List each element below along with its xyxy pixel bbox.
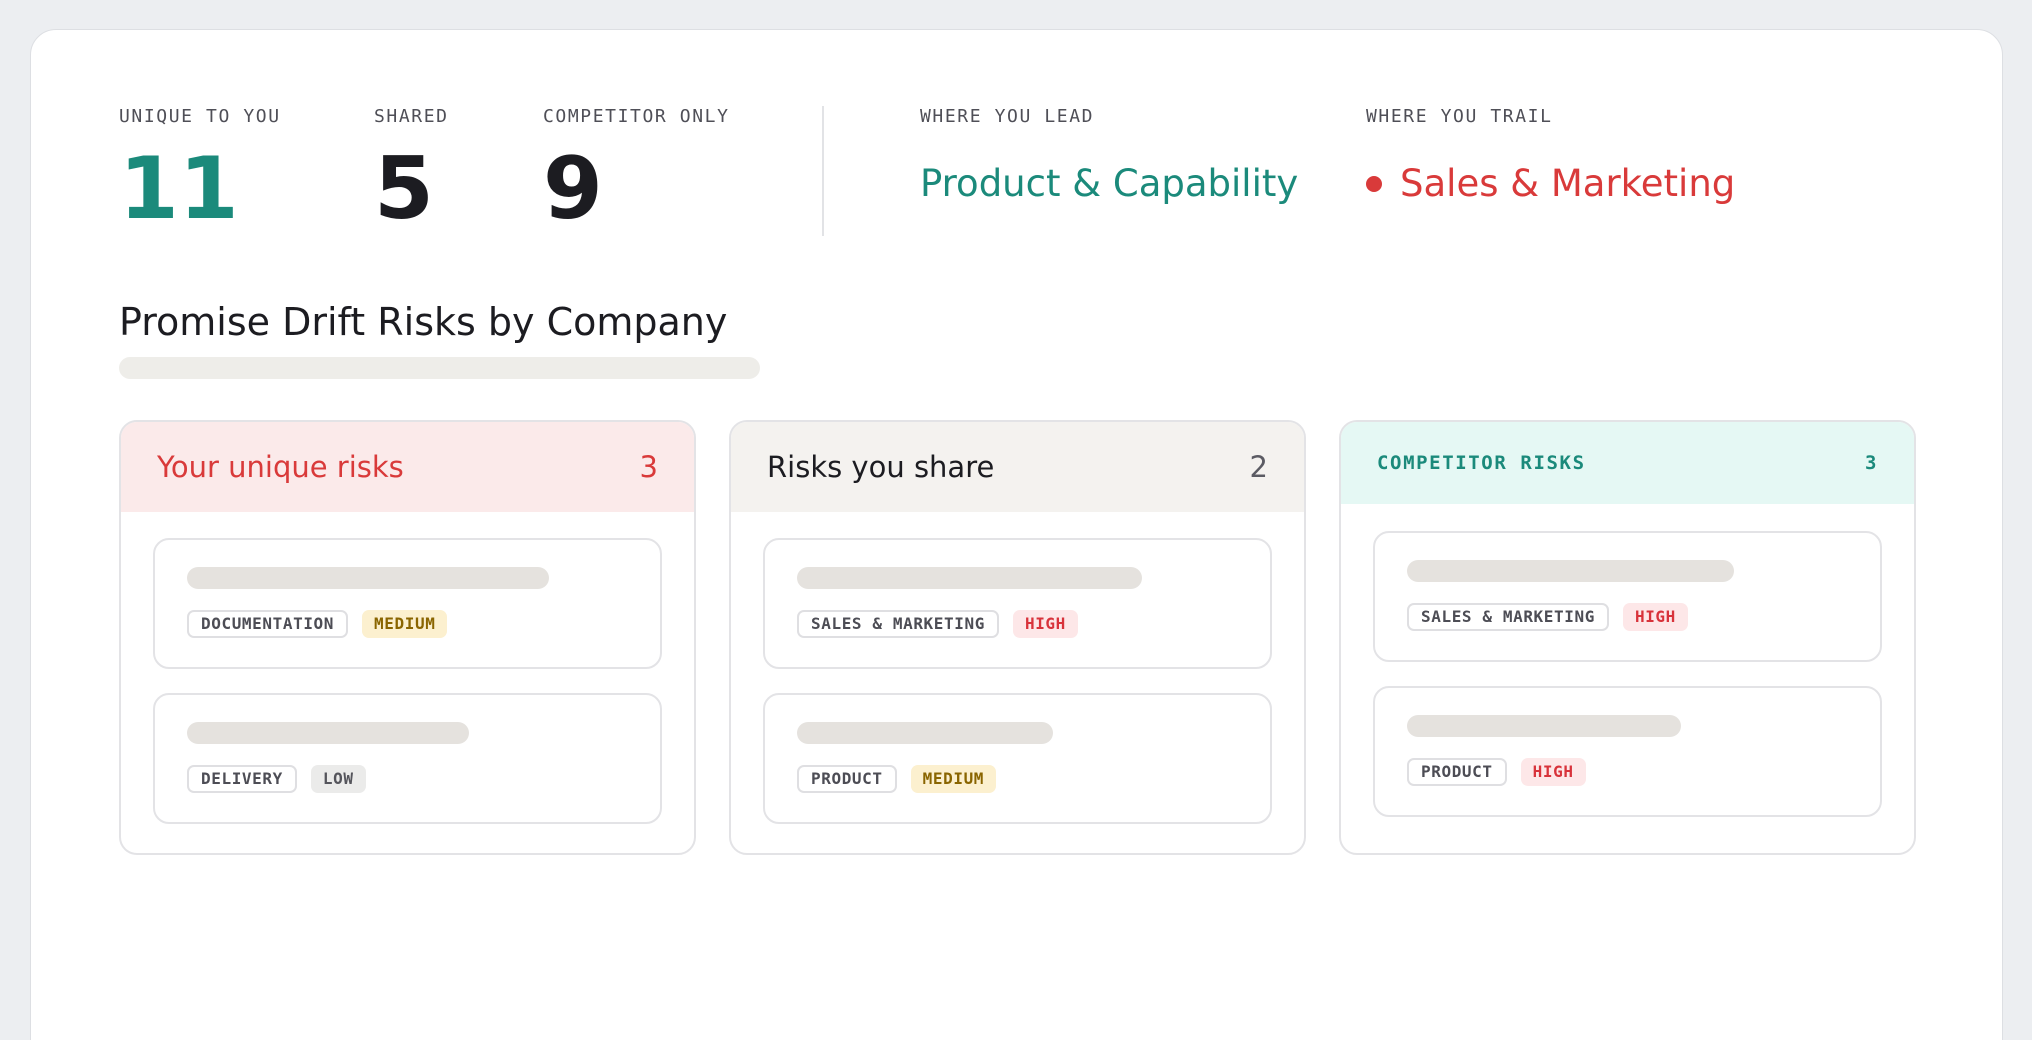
column-header: Risks you share 2 (731, 422, 1304, 512)
comparison-card: UNIQUE TO YOU 11 SHARED 5 COMPETITOR ONL… (30, 29, 2003, 1040)
column-title: COMPETITOR RISKS (1377, 452, 1586, 474)
column-header: COMPETITOR RISKS 3 (1341, 422, 1914, 504)
stat-label: COMPETITOR ONLY (543, 106, 730, 127)
stat-value: 9 (543, 139, 603, 239)
column-count: 3 (639, 450, 658, 484)
severity-badge: HIGH (1622, 603, 1688, 631)
lead-label: WHERE YOU LEAD (920, 106, 1095, 127)
category-tag: SALES & MARKETING (797, 610, 999, 638)
stats-divider (822, 106, 824, 236)
column-title: Risks you share (767, 450, 995, 484)
column-title: Your unique risks (157, 450, 404, 484)
risk-item[interactable]: PRODUCT HIGH (1373, 686, 1882, 817)
stat-label: SHARED (374, 106, 449, 127)
risk-item[interactable]: DELIVERY LOW (153, 693, 662, 824)
severity-badge: HIGH (1012, 610, 1078, 638)
stat-label: UNIQUE TO YOU (119, 106, 281, 127)
category-tag: PRODUCT (797, 765, 897, 793)
category-tag: DOCUMENTATION (187, 610, 349, 638)
risk-item[interactable]: SALES & MARKETING HIGH (1373, 531, 1882, 662)
risk-item[interactable]: DOCUMENTATION MEDIUM (153, 538, 662, 669)
lead-value: Product & Capability (920, 162, 1299, 205)
column-header: Your unique risks 3 (121, 422, 694, 512)
category-tag: DELIVERY (187, 765, 297, 793)
risk-title-placeholder (187, 722, 469, 744)
category-tag: PRODUCT (1407, 758, 1507, 786)
risk-title-placeholder (797, 722, 1053, 744)
trail-value-row: Sales & Marketing (1366, 162, 1735, 206)
trail-label: WHERE YOU TRAIL (1366, 106, 1553, 127)
category-tag: SALES & MARKETING (1407, 603, 1609, 631)
risk-title-placeholder (797, 567, 1142, 589)
stat-value: 11 (119, 139, 239, 239)
severity-badge: LOW (310, 765, 366, 793)
risk-item[interactable]: PRODUCT MEDIUM (763, 693, 1272, 824)
risk-title-placeholder (1407, 715, 1681, 737)
alert-dot-icon (1366, 176, 1382, 193)
severity-badge: HIGH (1520, 758, 1586, 786)
column-shared-risks: Risks you share 2 SALES & MARKETING HIGH… (729, 420, 1306, 855)
column-count: 2 (1249, 450, 1268, 484)
section-subtitle-placeholder (119, 357, 760, 379)
section-title: Promise Drift Risks by Company (119, 300, 728, 344)
stat-value: 5 (374, 139, 434, 239)
risk-title-placeholder (187, 567, 549, 589)
severity-badge: MEDIUM (910, 765, 997, 793)
severity-badge: MEDIUM (362, 610, 448, 638)
risk-title-placeholder (1407, 560, 1734, 582)
column-unique-risks: Your unique risks 3 DOCUMENTATION MEDIUM… (119, 420, 696, 855)
column-count: 3 (1864, 452, 1878, 474)
column-competitor-risks: COMPETITOR RISKS 3 SALES & MARKETING HIG… (1339, 420, 1916, 855)
risk-item[interactable]: SALES & MARKETING HIGH (763, 538, 1272, 669)
trail-value: Sales & Marketing (1400, 162, 1736, 205)
